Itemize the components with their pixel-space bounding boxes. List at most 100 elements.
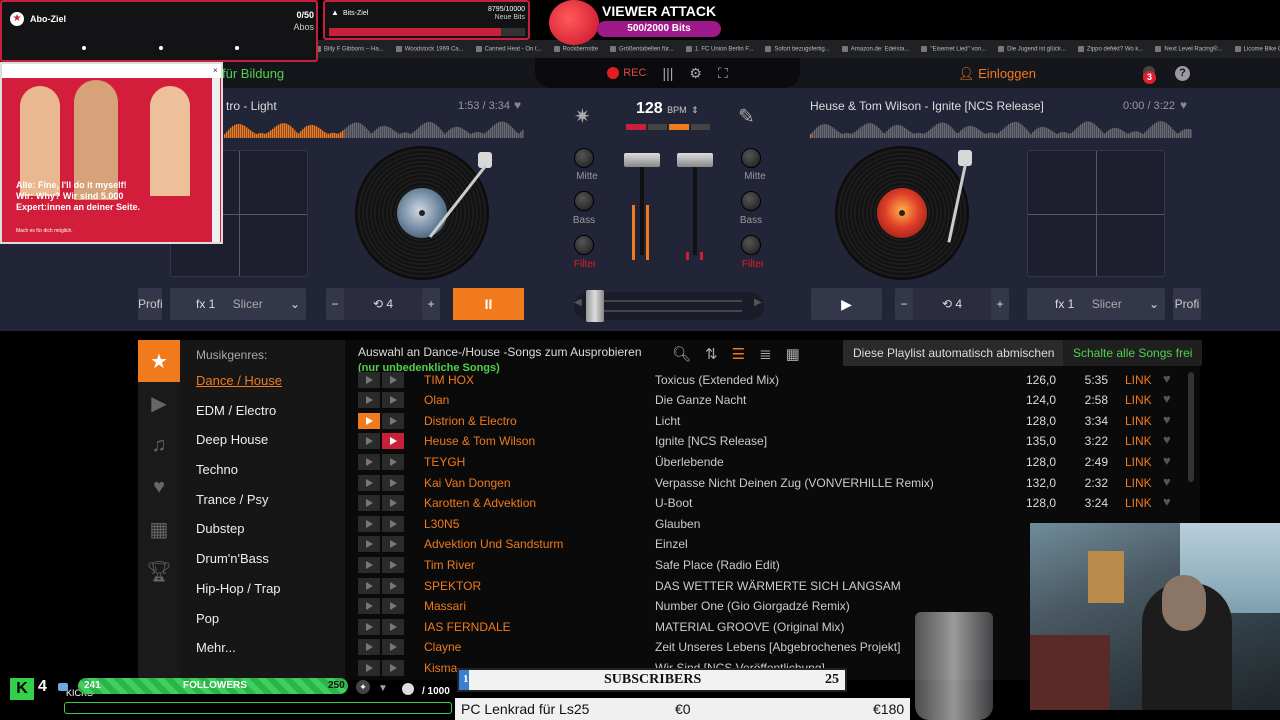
left-profi-button[interactable]: Profi: [138, 288, 163, 320]
left-pause-button[interactable]: II: [453, 288, 524, 320]
unlock-songs-button[interactable]: Schalte alle Songs frei: [1063, 340, 1203, 366]
bookmark-item[interactable]: Next Level Racing®...: [1155, 46, 1222, 52]
genre-item[interactable]: Deep House: [180, 425, 345, 455]
track-link[interactable]: LINK: [1125, 393, 1152, 407]
left-bass-knob[interactable]: [574, 191, 594, 211]
load-left-button[interactable]: [358, 412, 380, 429]
genre-item[interactable]: Dance / House: [180, 366, 345, 396]
heart-icon[interactable]: ♥: [1163, 391, 1171, 406]
bookmark-item[interactable]: Canned Heat - On t...: [476, 46, 542, 52]
track-row[interactable]: Distrion & Electro Licht 128,0 3:34 LINK ♥: [358, 411, 1198, 432]
youtube-icon[interactable]: ▶: [138, 382, 180, 424]
right-mid-knob[interactable]: [741, 148, 761, 168]
track-row[interactable]: TEYGH Überlebende 128,0 2:49 LINK ♥: [358, 452, 1198, 473]
track-link[interactable]: LINK: [1125, 455, 1152, 469]
heart-icon[interactable]: ♥: [1163, 432, 1171, 447]
left-mid-knob[interactable]: [574, 148, 594, 168]
track-link[interactable]: LINK: [1125, 496, 1152, 510]
genre-item[interactable]: Hip-Hop / Trap: [180, 574, 345, 604]
load-right-button[interactable]: [382, 495, 404, 512]
load-right-button[interactable]: [382, 536, 404, 553]
genre-item[interactable]: Trance / Psy: [180, 485, 345, 515]
load-right-button[interactable]: [382, 639, 404, 656]
track-row[interactable]: Kai Van Dongen Verpasse Nicht Deinen Zug …: [358, 473, 1198, 494]
bookmark-item[interactable]: Zippo defekt? Wo k...: [1078, 46, 1144, 52]
search-icon[interactable]: 🔍︎: [672, 345, 691, 363]
list-view-icon[interactable]: ☰: [732, 345, 745, 363]
load-left-button[interactable]: [358, 618, 380, 635]
right-loop-minus[interactable]: −: [895, 288, 913, 320]
left-filter-knob[interactable]: [574, 235, 594, 255]
track-row[interactable]: Heuse & Tom Wilson Ignite [NCS Release] 13…: [358, 431, 1198, 452]
load-left-button[interactable]: [358, 556, 380, 573]
left-volume-fader[interactable]: [624, 153, 660, 167]
genre-item[interactable]: Techno: [180, 455, 345, 485]
track-link[interactable]: LINK: [1125, 373, 1152, 387]
load-right-button[interactable]: [382, 618, 404, 635]
right-turntable[interactable]: [837, 148, 967, 278]
grid-icon[interactable]: ▦: [138, 508, 180, 550]
right-profi-button[interactable]: Profi: [1173, 288, 1201, 320]
left-waveform[interactable]: [224, 116, 524, 138]
genre-item[interactable]: EDM / Electro: [180, 396, 345, 426]
right-play-button[interactable]: ▶: [811, 288, 882, 320]
right-heart-icon[interactable]: ♥: [1180, 98, 1187, 112]
heart-icon[interactable]: ♥: [138, 466, 180, 508]
track-link[interactable]: LINK: [1125, 434, 1152, 448]
load-left-button[interactable]: [358, 371, 380, 388]
advertisement[interactable]: × Alle: Fine, I'll do it myself! Wir: Wh…: [0, 62, 223, 244]
load-right-button[interactable]: [382, 556, 404, 573]
right-bass-knob[interactable]: [741, 191, 761, 211]
bookmark-item[interactable]: 1. FC Union Berlin F...: [686, 46, 754, 52]
load-right-button[interactable]: [382, 515, 404, 532]
heart-icon[interactable]: ♥: [1163, 412, 1171, 427]
playlist-scrollbar[interactable]: [1188, 372, 1194, 482]
load-left-button[interactable]: [358, 474, 380, 491]
detail-view-icon[interactable]: ≣: [759, 345, 772, 363]
load-right-button[interactable]: [382, 453, 404, 470]
left-loop-plus[interactable]: +: [422, 288, 440, 320]
track-row[interactable]: TIM HOX Toxicus (Extended Mix) 126,0 5:35 LI…: [358, 370, 1198, 391]
genre-item[interactable]: Drum'n'Bass: [180, 544, 345, 574]
load-left-button[interactable]: [358, 536, 380, 553]
audio-wave-icon[interactable]: |||: [662, 65, 673, 81]
music-note-icon[interactable]: ♫: [138, 424, 180, 466]
load-right-button[interactable]: [382, 474, 404, 491]
crossfader-handle[interactable]: [586, 290, 604, 322]
load-right-button[interactable]: [382, 412, 404, 429]
load-right-button[interactable]: [382, 371, 404, 388]
bookmark-item[interactable]: Die Jugend ist glück...: [998, 46, 1066, 52]
right-filter-knob[interactable]: [741, 235, 761, 255]
left-fx-select[interactable]: fx 1 Slicer ⌄: [170, 288, 306, 320]
track-link[interactable]: LINK: [1125, 414, 1152, 428]
right-waveform[interactable]: [810, 116, 1192, 138]
heart-icon[interactable]: ♥: [1163, 453, 1171, 468]
genre-item[interactable]: Mehr...: [180, 633, 345, 663]
left-heart-icon[interactable]: ♥: [514, 98, 521, 112]
genre-item[interactable]: Pop: [180, 604, 345, 634]
auto-mix-button[interactable]: Diese Playlist automatisch abmischen: [843, 340, 1065, 366]
star-icon[interactable]: ★: [138, 340, 180, 382]
load-left-button[interactable]: [358, 392, 380, 409]
right-fx-select[interactable]: fx 1 Slicer ⌄: [1027, 288, 1165, 320]
ad-scrollbar[interactable]: [212, 78, 220, 242]
load-right-button[interactable]: [382, 392, 404, 409]
load-left-button[interactable]: [358, 659, 380, 676]
record-icon[interactable]: [607, 67, 620, 79]
load-left-button[interactable]: [358, 453, 380, 470]
gear-icon[interactable]: ⚙: [689, 65, 702, 82]
track-row[interactable]: Olan Die Ganze Nacht 124,0 2:58 LINK ♥: [358, 390, 1198, 411]
effects-icon[interactable]: ✎: [738, 104, 755, 129]
load-left-button[interactable]: [358, 515, 380, 532]
right-loop-plus[interactable]: +: [991, 288, 1009, 320]
bookmark-item[interactable]: Woodstock 1969 Ca...: [396, 46, 464, 52]
right-xy-pad[interactable]: [1027, 150, 1165, 277]
bookmark-item[interactable]: "Eisernet Lied" von...: [921, 46, 986, 52]
trophy-icon[interactable]: 🏆︎: [138, 550, 180, 592]
load-left-button[interactable]: [358, 639, 380, 656]
load-left-button[interactable]: [358, 433, 380, 450]
genre-item[interactable]: Dubstep: [180, 514, 345, 544]
heart-icon[interactable]: ♥: [1163, 494, 1171, 509]
fullscreen-icon[interactable]: ⛶: [718, 65, 728, 82]
heart-icon[interactable]: ♥: [1163, 474, 1171, 489]
